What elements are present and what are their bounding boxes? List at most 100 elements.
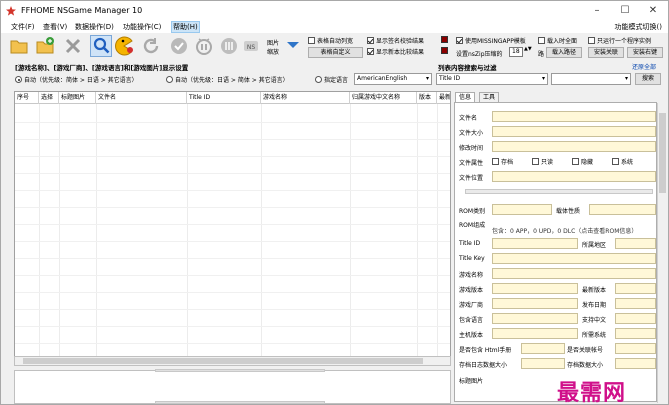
image-zoom-label-2[interactable]: 缩放 — [267, 47, 279, 56]
game-list-table[interactable]: 序号 选择 标题图片 文件名 Title ID 游戏名称 归属游戏中文名称 版本… — [14, 91, 451, 361]
show-sig-checkbox[interactable]: 显示签名校验结果 — [367, 36, 424, 45]
field-region[interactable] — [615, 238, 656, 249]
field-html-manual[interactable] — [521, 343, 565, 354]
field-file-name[interactable] — [492, 111, 656, 122]
install-assoc-button[interactable]: 安装关联 — [588, 47, 624, 58]
minimize-button[interactable]: – — [584, 3, 610, 19]
field-release-date[interactable] — [615, 298, 656, 309]
rom-contents-link[interactable]: 包含：0 APP，0 UPD，0 DLC（点击查看ROM信息） — [492, 226, 637, 235]
pause-icon[interactable] — [194, 36, 214, 56]
coin-icon[interactable] — [219, 36, 239, 56]
filter-value-select[interactable]: ▾ — [551, 73, 631, 85]
col-version[interactable]: 版本 — [417, 92, 437, 104]
field-game-name[interactable] — [492, 268, 656, 279]
image-zoom-label-1[interactable]: 图片 — [267, 38, 279, 47]
col-latest-version[interactable]: 最新版本 — [437, 92, 450, 104]
label-title-id: Title ID — [459, 240, 481, 247]
field-game-version[interactable] — [492, 283, 578, 294]
field-main-version[interactable] — [492, 328, 578, 339]
label-game-version: 游戏版本 — [459, 287, 484, 294]
filter-field-select[interactable]: Title ID ▾ — [436, 73, 548, 85]
open-folder-icon[interactable] — [9, 36, 29, 56]
reset-all-link[interactable]: 还原全部 — [632, 62, 656, 71]
field-required-system[interactable] — [615, 328, 656, 339]
field-save-data-size[interactable] — [615, 358, 656, 369]
col-index[interactable]: 序号 — [15, 92, 39, 104]
attr-system-checkbox[interactable]: 系统 — [612, 157, 633, 166]
field-rom-carrier[interactable] — [589, 204, 656, 215]
attr-archive-checkbox[interactable]: 存档 — [492, 157, 513, 166]
field-title-key[interactable] — [492, 253, 656, 264]
sig-color-swatch[interactable] — [441, 36, 448, 43]
ns-icon[interactable]: NS — [241, 36, 261, 56]
menu-data[interactable]: 数据操作(D) — [75, 22, 114, 32]
attr-hidden-checkbox[interactable]: 隐藏 — [572, 157, 593, 166]
menu-view[interactable]: 查看(V) — [43, 22, 67, 32]
menu-file[interactable]: 文件(F) — [11, 22, 35, 32]
check-icon[interactable] — [169, 36, 189, 56]
load-all-checkbox[interactable]: 载入时全面 — [538, 36, 577, 45]
radio-auto-japanese[interactable]: 自动（优先级：日语 > 简体 > 其它语言） — [166, 75, 289, 84]
single-instance-checkbox[interactable]: 只运行一个程序实例 — [588, 36, 651, 45]
grid-line — [417, 104, 418, 357]
label-chinese: 支持中文 — [582, 317, 607, 324]
label-save-data-size: 存档数据大小 — [567, 362, 604, 369]
field-publisher[interactable] — [492, 298, 578, 309]
radio-specify-language[interactable]: 指定语言 — [315, 75, 348, 84]
menu-function[interactable]: 功能操作(C) — [123, 22, 161, 32]
chevron-down-icon: ▾ — [541, 75, 545, 82]
label-file-size: 文件大小 — [459, 130, 484, 137]
use-missing-checkbox[interactable]: 使用MISSINGAPP模板 — [456, 36, 526, 45]
delete-icon[interactable] — [63, 36, 83, 56]
language-select[interactable]: AmericanEnglish ▾ — [354, 73, 432, 85]
col-select[interactable]: 选择 — [39, 92, 59, 104]
attr-readonly-checkbox[interactable]: 只读 — [532, 157, 553, 166]
auto-width-checkbox[interactable]: 表格自动列宽 — [308, 36, 353, 45]
table-custom-button[interactable]: 表格自定义 — [308, 47, 363, 58]
show-version-checkbox[interactable]: 显示新本比较结果 — [367, 47, 424, 56]
install-right-button[interactable]: 安装右键 — [627, 47, 663, 58]
col-file-name[interactable]: 文件名 — [96, 92, 187, 104]
radio-auto-simplified[interactable]: 自动（优先级：简体 > 日语 > 其它语言） — [15, 75, 138, 84]
maximize-button[interactable]: ☐ — [612, 3, 638, 19]
field-file-size[interactable] — [492, 126, 656, 137]
grid-row-line — [15, 156, 450, 157]
col-chinese-name[interactable]: 归属游戏中文名称 — [350, 92, 417, 104]
detail-vertical-scrollbar[interactable] — [657, 103, 667, 403]
radio-specify-label: 指定语言 — [324, 77, 349, 84]
field-file-location[interactable] — [492, 171, 656, 182]
nsz-level-input[interactable]: 18 — [509, 47, 523, 57]
zoom-slider-icon[interactable] — [285, 37, 301, 53]
field-title-id[interactable] — [492, 238, 578, 249]
splitter-handle[interactable] — [155, 401, 325, 404]
scroll-thumb[interactable] — [23, 358, 423, 364]
field-latest-version[interactable] — [615, 283, 656, 294]
grid-horizontal-scrollbar[interactable] — [14, 356, 451, 366]
grid-row-line — [15, 224, 450, 225]
field-related-account[interactable] — [615, 343, 656, 354]
mode-switch[interactable]: 功能模式切换() — [615, 22, 662, 32]
load-path-button[interactable]: 载入路径 — [546, 47, 582, 58]
close-button[interactable]: ✕ — [640, 3, 666, 19]
field-modified[interactable] — [492, 141, 656, 152]
nsz-spin-arrows[interactable]: ▲▼ — [524, 46, 532, 52]
col-title-id[interactable]: Title ID — [187, 92, 261, 104]
label-rom-type: ROM类别 — [459, 208, 486, 215]
field-rom-type[interactable] — [492, 204, 552, 215]
col-game-name[interactable]: 游戏名称 — [261, 92, 350, 104]
search-button[interactable]: 搜索 — [635, 73, 661, 85]
label-rom-group: ROM组成 — [459, 222, 486, 229]
refresh-icon[interactable] — [141, 36, 161, 56]
version-color-swatch[interactable] — [441, 47, 448, 54]
field-chinese[interactable] — [615, 313, 656, 324]
col-title-image[interactable]: 标题图片 — [59, 92, 96, 104]
label-title-image: 标题图片 — [459, 378, 484, 385]
grid-row-line — [15, 139, 450, 140]
scroll-thumb[interactable] — [659, 113, 666, 193]
pacman-icon[interactable] — [114, 36, 134, 56]
field-languages[interactable] — [492, 313, 578, 324]
add-folder-icon[interactable] — [35, 36, 55, 56]
field-save-size[interactable] — [521, 358, 565, 369]
splitter-handle[interactable] — [155, 369, 325, 372]
menu-help[interactable]: 帮助(H) — [171, 21, 200, 33]
